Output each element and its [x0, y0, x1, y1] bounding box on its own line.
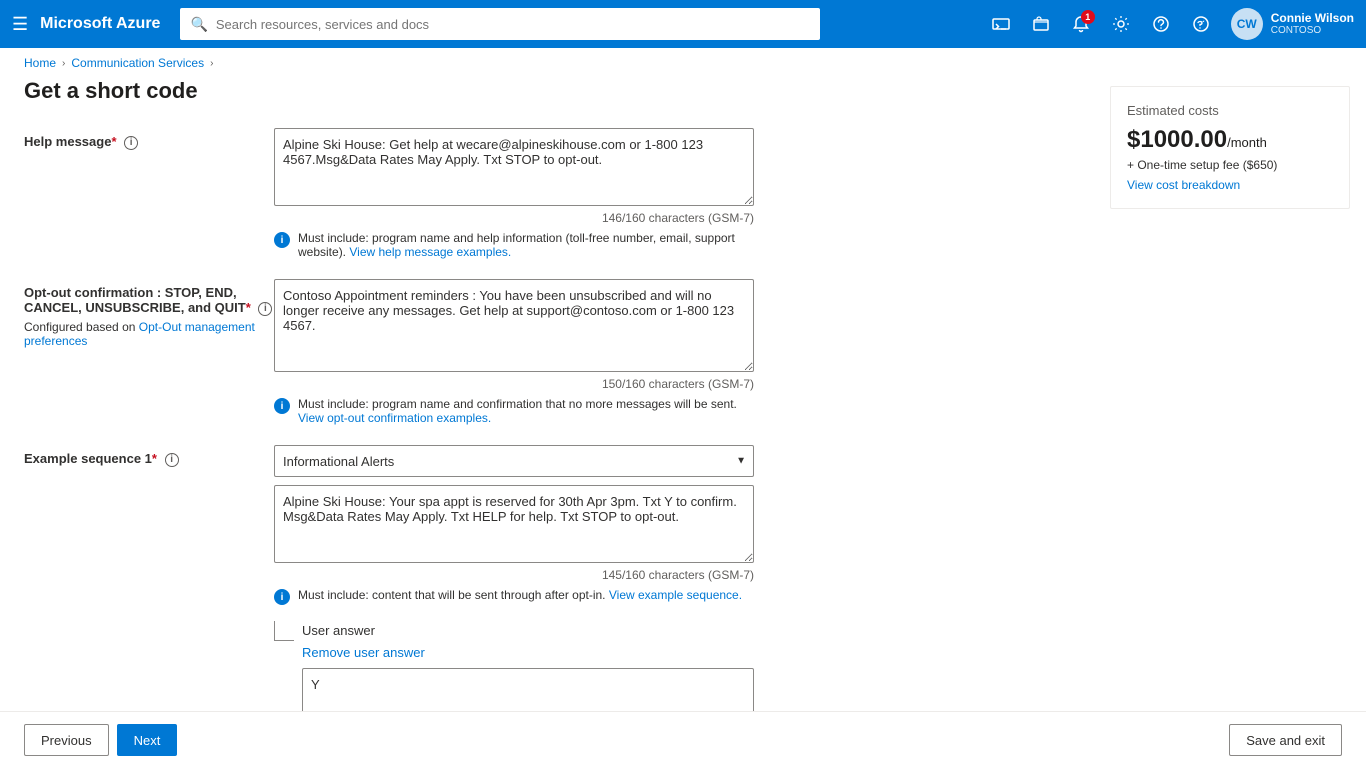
nav-icon-group: 1 CW Connie Wilson CONTOSO	[983, 6, 1354, 42]
avatar: CW	[1231, 8, 1263, 40]
example-sequence-row: Example sequence 1* i Informational Aler…	[24, 445, 1070, 711]
opt-out-info-icon[interactable]: i	[258, 302, 272, 316]
feedback-icon[interactable]	[1183, 6, 1219, 42]
user-org: CONTOSO	[1271, 25, 1354, 37]
bottom-bar: Previous Next Save and exit	[0, 711, 1366, 768]
help-message-info-box: i Must include: program name and help in…	[274, 231, 754, 259]
search-bar[interactable]: 🔍	[180, 8, 820, 40]
user-answer-label: User answer	[302, 621, 375, 638]
opt-out-textarea[interactable]	[274, 279, 754, 372]
help-icon[interactable]	[1143, 6, 1179, 42]
help-message-label: Help message* i	[24, 134, 138, 149]
cloud-shell-icon[interactable]	[983, 6, 1019, 42]
cost-breakdown-link[interactable]: View cost breakdown	[1127, 178, 1333, 192]
sequence-type-select[interactable]: Informational Alerts Promotional Subscri…	[274, 445, 754, 477]
info-icon-blue: i	[274, 232, 290, 248]
content-area: Get a short code Help message* i 146/160…	[0, 78, 1094, 711]
search-icon: 🔍	[190, 16, 207, 33]
breadcrumb-sep-2: ›	[210, 58, 213, 69]
help-message-char-count: 146/160 characters (GSM-7)	[274, 211, 754, 225]
brand-logo: Microsoft Azure	[40, 15, 160, 33]
directory-icon[interactable]	[1023, 6, 1059, 42]
previous-button[interactable]: Previous	[24, 724, 109, 756]
top-navigation: ☰ Microsoft Azure 🔍 1 CW Connie Wilson	[0, 0, 1366, 48]
main-content: Get a short code Help message* i 146/160…	[0, 78, 1366, 711]
search-input[interactable]	[216, 17, 811, 32]
user-answer-section: User answer Remove user answer 1/160 cha…	[274, 621, 754, 711]
example-sequence-char-count: 145/160 characters (GSM-7)	[274, 568, 754, 582]
user-menu[interactable]: CW Connie Wilson CONTOSO	[1231, 8, 1354, 40]
cost-panel: Estimated costs $1000.00/month + One-tim…	[1110, 86, 1350, 209]
example-sequence-info-icon[interactable]: i	[165, 453, 179, 467]
example-sequence-info-icon-blue: i	[274, 589, 290, 605]
opt-out-row: Opt-out confirmation : STOP, END, CANCEL…	[24, 279, 1070, 425]
opt-out-info-icon-blue: i	[274, 398, 290, 414]
breadcrumb-service[interactable]: Communication Services	[71, 56, 204, 70]
cost-panel-title: Estimated costs	[1127, 103, 1333, 118]
notifications-icon[interactable]: 1	[1063, 6, 1099, 42]
save-exit-button[interactable]: Save and exit	[1229, 724, 1342, 756]
remove-user-answer-link[interactable]: Remove user answer	[302, 645, 754, 660]
help-message-link[interactable]: View help message examples.	[349, 245, 511, 259]
cost-amount: $1000.00	[1127, 126, 1227, 153]
user-name: Connie Wilson	[1271, 11, 1354, 25]
next-button[interactable]: Next	[117, 724, 178, 756]
sequence-type-dropdown[interactable]: Informational Alerts Promotional Subscri…	[274, 445, 754, 477]
example-sequence-label: Example sequence 1* i	[24, 451, 179, 466]
breadcrumb-sep-1: ›	[62, 58, 65, 69]
help-message-row: Help message* i 146/160 characters (GSM-…	[24, 128, 1070, 259]
help-message-textarea[interactable]	[274, 128, 754, 206]
required-star: *	[111, 134, 116, 149]
hamburger-menu-icon[interactable]: ☰	[12, 14, 28, 35]
example-sequence-link[interactable]: View example sequence.	[609, 588, 742, 602]
opt-out-label: Opt-out confirmation : STOP, END, CANCEL…	[24, 285, 274, 316]
page-title: Get a short code	[24, 78, 1070, 104]
opt-out-char-count: 150/160 characters (GSM-7)	[274, 377, 754, 391]
cost-setup: + One-time setup fee ($650)	[1127, 158, 1333, 172]
help-message-info-icon[interactable]: i	[124, 136, 138, 150]
opt-out-examples-link[interactable]: View opt-out confirmation examples.	[298, 411, 491, 425]
settings-icon[interactable]	[1103, 6, 1139, 42]
breadcrumb-home[interactable]: Home	[24, 56, 56, 70]
notification-badge: 1	[1081, 10, 1095, 24]
cost-period: /month	[1227, 135, 1267, 150]
breadcrumb: Home › Communication Services ›	[0, 48, 1366, 78]
example-sequence-textarea[interactable]	[274, 485, 754, 563]
example-sequence-info-box: i Must include: content that will be sen…	[274, 588, 754, 605]
indent-line	[274, 621, 294, 641]
user-answer-textarea[interactable]	[302, 668, 754, 711]
opt-out-info-box: i Must include: program name and confirm…	[274, 397, 754, 425]
